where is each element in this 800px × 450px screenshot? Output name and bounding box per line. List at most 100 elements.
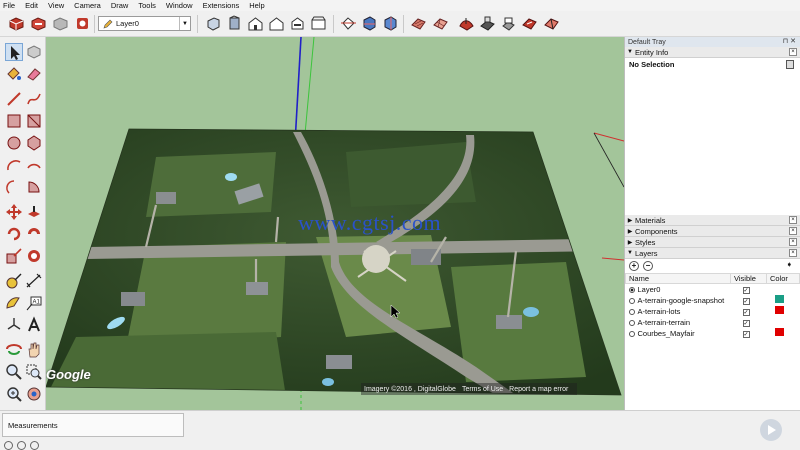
two-point-arc-icon[interactable] bbox=[25, 156, 43, 174]
orbit-icon[interactable] bbox=[5, 341, 23, 359]
details-arrow-icon[interactable]: ➧ bbox=[786, 261, 795, 270]
axes-icon[interactable] bbox=[5, 316, 23, 334]
components-header[interactable]: ▶ Components × bbox=[625, 226, 800, 237]
help-icon[interactable] bbox=[30, 441, 39, 450]
freehand-icon[interactable] bbox=[25, 90, 43, 108]
layer-row[interactable]: Courbes_Mayfair ✓ bbox=[626, 328, 800, 339]
move-icon[interactable] bbox=[5, 203, 23, 221]
follow-me-icon[interactable] bbox=[25, 225, 43, 243]
iso-view-icon[interactable] bbox=[205, 15, 222, 32]
layers-header[interactable]: ▼ Layers × bbox=[625, 248, 800, 259]
section-plane-icon[interactable] bbox=[340, 15, 357, 32]
layer-row[interactable]: A-terrain-terrain ✓ bbox=[626, 317, 800, 328]
rectangle-icon[interactable] bbox=[5, 112, 23, 130]
protractor-icon[interactable] bbox=[5, 294, 23, 312]
rotated-rectangle-icon[interactable] bbox=[25, 112, 43, 130]
visible-checkbox[interactable]: ✓ bbox=[742, 330, 750, 338]
arc-icon[interactable] bbox=[5, 156, 23, 174]
left-view-icon[interactable] bbox=[310, 15, 327, 32]
active-layer-radio[interactable] bbox=[628, 297, 635, 304]
layer-color-swatch[interactable] bbox=[774, 306, 784, 314]
zoom-window-icon[interactable] bbox=[25, 363, 43, 381]
active-layer-radio[interactable] bbox=[628, 286, 635, 293]
menu-camera[interactable]: Camera bbox=[74, 1, 101, 10]
menu-help[interactable]: Help bbox=[249, 1, 264, 10]
close-icon[interactable]: × bbox=[789, 48, 797, 56]
menu-extensions[interactable]: Extensions bbox=[203, 1, 240, 10]
menu-tools[interactable]: Tools bbox=[138, 1, 156, 10]
visible-checkbox[interactable]: ✓ bbox=[742, 319, 750, 327]
position-camera-icon[interactable] bbox=[25, 385, 43, 403]
circle-icon[interactable] bbox=[5, 134, 23, 152]
layer-row[interactable]: Layer0 ✓ bbox=[626, 284, 800, 295]
close-icon[interactable]: × bbox=[789, 227, 797, 235]
active-layer-radio[interactable] bbox=[628, 319, 635, 326]
remove-layer-icon[interactable]: − bbox=[643, 261, 653, 271]
visible-checkbox[interactable]: ✓ bbox=[742, 308, 750, 316]
display-section-planes-icon[interactable] bbox=[361, 15, 378, 32]
layer-name[interactable]: Courbes_Mayfair bbox=[638, 329, 695, 338]
credits-icon[interactable] bbox=[17, 441, 26, 450]
rotate-icon[interactable] bbox=[5, 225, 23, 243]
column-visible[interactable]: Visible bbox=[730, 273, 767, 284]
flip-edge-icon[interactable] bbox=[543, 15, 560, 32]
three-point-arc-icon[interactable] bbox=[5, 178, 23, 196]
geo-location-icon[interactable] bbox=[4, 441, 13, 450]
3d-text-icon[interactable] bbox=[25, 316, 43, 334]
menu-window[interactable]: Window bbox=[166, 1, 193, 10]
drape-icon[interactable] bbox=[500, 15, 517, 32]
line-tool-icon[interactable] bbox=[5, 90, 23, 108]
extension-warehouse-icon[interactable] bbox=[74, 15, 91, 32]
select-arrow-icon[interactable] bbox=[5, 43, 23, 61]
display-section-cuts-icon[interactable] bbox=[382, 15, 399, 32]
make-component-icon[interactable] bbox=[25, 43, 43, 61]
push-pull-icon[interactable] bbox=[25, 203, 43, 221]
smoove-icon[interactable] bbox=[458, 15, 475, 32]
tape-measure-icon[interactable] bbox=[5, 272, 23, 290]
close-icon[interactable]: × bbox=[789, 238, 797, 246]
details-icon[interactable] bbox=[786, 60, 794, 69]
eraser-icon[interactable] bbox=[25, 65, 43, 83]
close-icon[interactable]: × bbox=[789, 216, 797, 224]
column-name[interactable]: Name bbox=[625, 273, 731, 284]
front-view-icon[interactable] bbox=[247, 15, 264, 32]
terms-of-use-link[interactable]: Terms of Use bbox=[462, 386, 503, 393]
styles-header[interactable]: ▶ Styles × bbox=[625, 237, 800, 248]
layer-color-swatch[interactable] bbox=[774, 295, 784, 303]
layer-color-swatch[interactable] bbox=[775, 317, 784, 325]
layer-color-swatch[interactable] bbox=[775, 284, 784, 292]
menu-file[interactable]: File bbox=[3, 1, 15, 10]
sandbox-from-contours-icon[interactable] bbox=[410, 15, 427, 32]
share-component-icon[interactable] bbox=[52, 15, 69, 32]
active-layer-radio[interactable] bbox=[628, 330, 635, 337]
materials-header[interactable]: ▶ Materials × bbox=[625, 215, 800, 226]
paint-bucket-icon[interactable] bbox=[5, 65, 23, 83]
top-view-icon[interactable] bbox=[226, 15, 243, 32]
visible-checkbox[interactable]: ✓ bbox=[742, 286, 750, 294]
layer-name[interactable]: Layer0 bbox=[638, 285, 661, 294]
close-icon[interactable]: × bbox=[789, 249, 797, 257]
column-color[interactable]: Color bbox=[766, 273, 800, 284]
sandbox-from-scratch-icon[interactable] bbox=[432, 15, 449, 32]
zoom-extents-icon[interactable] bbox=[5, 385, 23, 403]
menu-edit[interactable]: Edit bbox=[25, 1, 38, 10]
layer-name[interactable]: A-terrain-terrain bbox=[638, 318, 691, 327]
menu-view[interactable]: View bbox=[48, 1, 64, 10]
layer-dropdown[interactable]: Layer0 ▼ bbox=[98, 16, 191, 31]
entity-info-header[interactable]: ▼ Entity Info × bbox=[625, 47, 800, 58]
layer-name[interactable]: A-terrain-lots bbox=[638, 307, 681, 316]
add-detail-icon[interactable] bbox=[521, 15, 538, 32]
measurements-box[interactable]: Measurements bbox=[2, 413, 184, 437]
layer-row[interactable]: A-terrain-google-snapshot ✓ bbox=[626, 295, 800, 306]
report-map-error-link[interactable]: Report a map error bbox=[509, 386, 568, 393]
layer-color-swatch[interactable] bbox=[774, 328, 784, 336]
share-model-icon[interactable] bbox=[30, 15, 47, 32]
add-layer-icon[interactable]: + bbox=[629, 261, 639, 271]
dimension-icon[interactable] bbox=[25, 272, 43, 290]
visible-checkbox[interactable]: ✓ bbox=[742, 297, 750, 305]
3d-viewport[interactable]: www.cgtsj.com Google Imagery ©2016 , Dig… bbox=[46, 37, 624, 410]
offset-icon[interactable] bbox=[25, 247, 43, 265]
zoom-icon[interactable] bbox=[5, 363, 23, 381]
scale-icon[interactable] bbox=[5, 247, 23, 265]
back-view-icon[interactable] bbox=[289, 15, 306, 32]
